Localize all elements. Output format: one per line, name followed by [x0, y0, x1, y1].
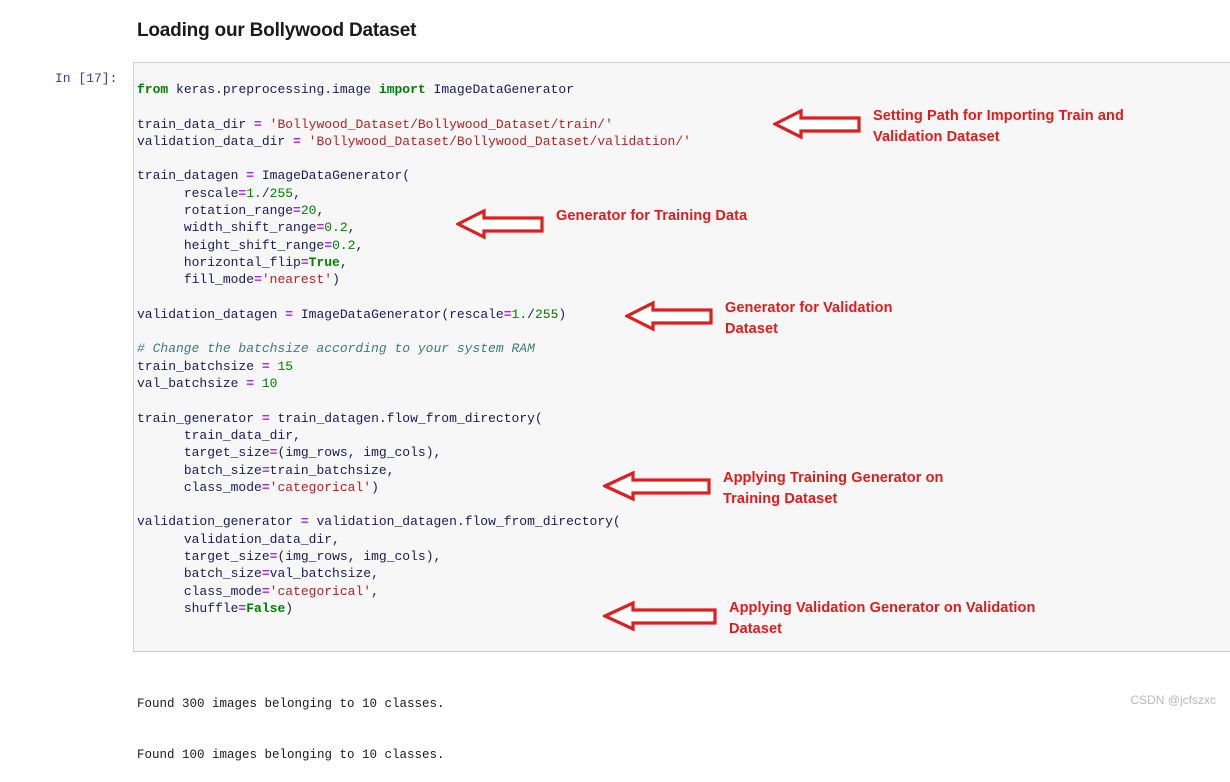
code-line: # Change the batchsize according to your… [137, 341, 535, 357]
code-line: from keras.preprocessing.image import Im… [137, 82, 574, 97]
code-line: rescale=1./255, [183, 185, 301, 201]
output-line: Found 100 images belonging to 10 classes… [137, 748, 445, 763]
code-line: validation_datagen = ImageDataGenerator(… [137, 306, 567, 322]
left-arrow-icon [603, 470, 711, 502]
left-arrow-icon [773, 108, 861, 140]
left-arrow-icon [456, 208, 544, 240]
annotation-applying-training: Applying Training Generator on Training … [603, 470, 944, 510]
code-line: validation_data_dir, [183, 531, 340, 547]
annotation-label: Applying Training Generator on Training … [723, 470, 944, 507]
code-line: target_size=(img_rows, img_cols), [183, 445, 442, 461]
cell-execution-prompt: In [17]: [55, 71, 118, 86]
code-line: validation_generator = validation_datage… [137, 514, 621, 530]
annotation-applying-validation: Applying Validation Generator on Validat… [603, 600, 1035, 640]
annotation-train-generator: Generator for Training Data [456, 208, 747, 240]
annotation-label: Setting Path for Importing Train and Val… [873, 108, 1124, 145]
code-line: batch_size=val_batchsize, [183, 566, 379, 582]
code-line: train_data_dir = 'Bollywood_Dataset/Boll… [137, 116, 613, 132]
code-line: target_size=(img_rows, img_cols), [183, 549, 442, 565]
code-line: train_generator = train_datagen.flow_fro… [137, 410, 543, 426]
left-arrow-icon [603, 600, 717, 632]
code-line: train_data_dir, [183, 427, 301, 443]
code-line: val_batchsize = 10 [137, 376, 278, 392]
code-line: horizontal_flip=True, [183, 254, 348, 270]
cell-output: Found 300 images belonging to 10 classes… [137, 661, 445, 782]
source-code[interactable]: from keras.preprocessing.image import Im… [137, 81, 691, 617]
output-line: Found 300 images belonging to 10 classes… [137, 696, 445, 711]
annotation-label: Applying Validation Generator on Validat… [729, 600, 1036, 637]
code-line: train_datagen = ImageDataGenerator( [137, 168, 411, 184]
annotation-label: Generator for Training Data [556, 208, 748, 224]
code-line: train_batchsize = 15 [137, 358, 294, 374]
code-line: fill_mode='nearest') [183, 272, 340, 288]
annotation-validation-generator: Generator for Validation Dataset [625, 300, 893, 340]
code-line: validation_data_dir = 'Bollywood_Dataset… [137, 133, 691, 149]
annotation-label: Generator for Validation Dataset [725, 300, 893, 337]
left-arrow-icon [625, 300, 713, 332]
watermark: CSDN @jcfszxc [1130, 693, 1216, 707]
page-title: Loading our Bollywood Dataset [137, 20, 417, 41]
code-line: class_mode='categorical', [183, 583, 379, 599]
annotation-setting-path: Setting Path for Importing Train and Val… [773, 108, 1124, 148]
